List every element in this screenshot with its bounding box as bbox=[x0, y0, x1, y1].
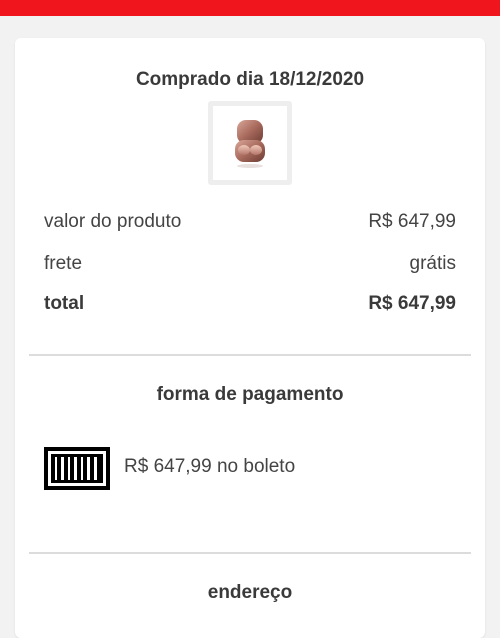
order-details-card: Comprado dia 18/12/2020 valor do produto… bbox=[15, 38, 485, 638]
product-value-amount: R$ 647,99 bbox=[368, 211, 456, 232]
shipping-value: grátis bbox=[409, 253, 456, 274]
section-divider bbox=[29, 354, 471, 356]
total-amount: R$ 647,99 bbox=[368, 293, 456, 314]
section-divider bbox=[29, 552, 471, 554]
total-label: total bbox=[44, 293, 85, 314]
app-header-bar bbox=[0, 0, 500, 16]
payment-section-title: forma de pagamento bbox=[156, 384, 344, 405]
product-value-label: valor do produto bbox=[44, 211, 182, 232]
earbuds-case-icon bbox=[235, 120, 265, 168]
payment-description: R$ 647,99 no boleto bbox=[124, 456, 296, 477]
address-section-title: endereço bbox=[207, 582, 293, 603]
shipping-label: frete bbox=[44, 253, 83, 274]
barcode-icon bbox=[44, 447, 110, 490]
product-thumbnail[interactable] bbox=[208, 101, 292, 185]
purchase-date-title: Comprado dia 18/12/2020 bbox=[135, 69, 365, 90]
